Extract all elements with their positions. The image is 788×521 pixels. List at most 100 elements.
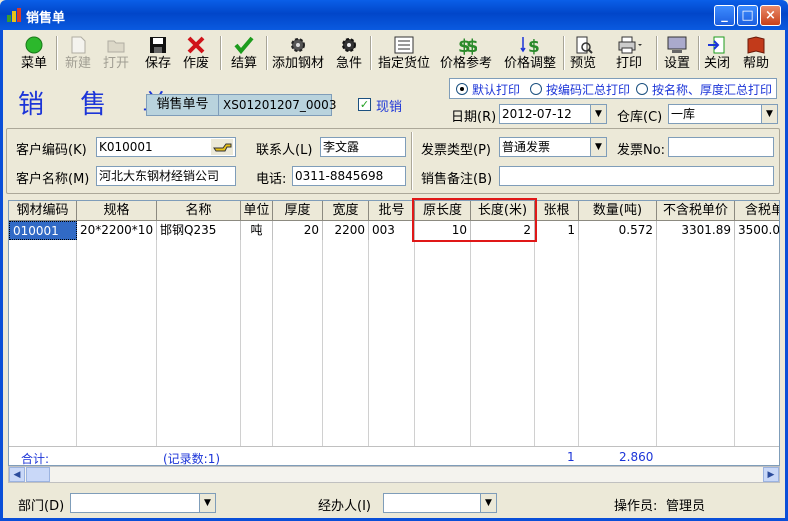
department-select[interactable]: ▼ — [70, 493, 216, 513]
price-reference-button[interactable]: $ $ 价格参考 — [436, 32, 496, 74]
scroll-thumb[interactable] — [26, 467, 50, 482]
grid-column-line — [77, 240, 157, 446]
warehouse-select[interactable]: 一库 ▼ — [668, 104, 778, 124]
green-check-icon — [234, 36, 254, 55]
scroll-right-icon[interactable]: ▶ — [763, 467, 779, 482]
scroll-left-icon[interactable]: ◀ — [9, 467, 25, 482]
cell-batch[interactable]: 003 — [369, 221, 415, 240]
cell-name[interactable]: 邯钢Q235 — [157, 221, 241, 240]
close-window-button[interactable]: × — [760, 5, 781, 26]
grid-column-line — [415, 240, 471, 446]
lookup-hand-icon[interactable] — [211, 139, 233, 155]
warehouse-label: 仓库(C) — [617, 110, 663, 125]
col-header-batch[interactable]: 批号 — [369, 201, 415, 221]
print-by-code-label: 按编码汇总打印 — [546, 83, 631, 97]
print-by-code-radio[interactable] — [530, 83, 542, 95]
items-grid: 钢材编码 规格 名称 单位 厚度 宽度 批号 原长度 长度(米) 张根 数量(吨… — [8, 200, 780, 466]
grid-column-line — [369, 240, 415, 446]
remark-field[interactable] — [499, 166, 774, 186]
operator-label: 操作员: — [614, 499, 658, 514]
list-location-icon — [394, 36, 414, 54]
add-steel-button[interactable]: 添加钢材 — [268, 32, 328, 74]
col-header-thickness[interactable]: 厚度 — [273, 201, 323, 221]
grid-column-line — [471, 240, 535, 446]
cash-sale-checkbox[interactable]: ✓ — [358, 98, 371, 111]
col-header-spec[interactable]: 规格 — [77, 201, 157, 221]
record-count: (记录数:1) — [163, 452, 221, 466]
customer-name-field[interactable]: 河北大东钢材经销公司 — [96, 166, 236, 186]
date-field[interactable]: 2012-07-12 ▼ — [499, 104, 607, 124]
chevron-down-icon[interactable]: ▼ — [590, 138, 606, 156]
toolbar-separator — [220, 36, 222, 70]
order-no-label: 销售单号 — [146, 94, 219, 116]
cell-sheets[interactable]: 1 — [535, 221, 579, 240]
invoice-no-field[interactable] — [668, 137, 774, 157]
settle-button[interactable]: 结算 — [226, 32, 262, 74]
cell-code[interactable]: 010001 — [9, 221, 77, 240]
preview-button[interactable]: 预览 — [566, 32, 600, 74]
phone-field[interactable]: 0311-8845698 — [292, 166, 406, 186]
summary-label: 合计: — [21, 452, 50, 466]
grid-column-line — [535, 240, 579, 446]
cell-price-incl-tax[interactable]: 3500.00 — [735, 221, 779, 240]
minimize-button[interactable]: _ — [714, 5, 735, 26]
chevron-down-icon[interactable]: ▼ — [480, 494, 496, 512]
handler-select[interactable]: ▼ — [383, 493, 497, 513]
sum-quantity: 2.860 — [619, 450, 654, 464]
cell-quantity[interactable]: 0.572 — [579, 221, 657, 240]
save-button[interactable]: 保存 — [140, 32, 176, 74]
print-by-name-label: 按名称、厚度汇总打印 — [652, 83, 773, 97]
chevron-down-icon[interactable]: ▼ — [761, 105, 777, 123]
remark-label: 销售备注(B) — [421, 172, 493, 187]
svg-text:$: $ — [466, 36, 477, 55]
grid-column-line — [323, 240, 369, 446]
cell-thickness[interactable]: 20 — [273, 221, 323, 240]
panel-divider — [411, 132, 413, 190]
grid-column-line — [9, 240, 77, 446]
col-header-width[interactable]: 宽度 — [323, 201, 369, 221]
summary-row: 合计: (记录数:1) 1 2.860 — [9, 446, 779, 466]
settings-button[interactable]: 设置 — [660, 32, 694, 74]
col-header-unit[interactable]: 单位 — [241, 201, 273, 221]
exit-button[interactable]: 关闭 — [700, 32, 734, 74]
print-options-group: 默认打印 按编码汇总打印 按名称、厚度汇总打印 — [449, 78, 777, 99]
preview-icon — [576, 36, 593, 54]
col-header-price-excl-tax[interactable]: 不含税单价 — [657, 201, 735, 221]
toolbar-separator — [56, 36, 58, 70]
chevron-down-icon[interactable]: ▼ — [199, 494, 215, 512]
horizontal-scrollbar[interactable]: ◀ ▶ — [8, 466, 780, 483]
contact-field[interactable]: 李文露 — [320, 137, 406, 157]
gear-add-icon — [291, 38, 305, 52]
operator-value: 管理员 — [666, 499, 706, 514]
open-button[interactable]: 打开 — [98, 32, 134, 74]
title-bar: 销售单 _ □ × — [0, 0, 788, 30]
col-header-price-incl-tax[interactable]: 含税单 — [735, 201, 779, 221]
cell-unit[interactable]: 吨 — [241, 221, 273, 240]
floppy-save-icon — [150, 37, 166, 53]
void-button[interactable]: 作废 — [178, 32, 214, 74]
cell-width[interactable]: 2200 — [323, 221, 369, 240]
toolbar-separator — [370, 36, 372, 70]
contact-label: 联系人(L) — [256, 143, 313, 158]
col-header-quantity[interactable]: 数量(吨) — [579, 201, 657, 221]
grid-column-line — [241, 240, 273, 446]
print-button[interactable]: 打印 — [604, 32, 654, 74]
cell-price-excl-tax[interactable]: 3301.89 — [657, 221, 735, 240]
urgent-button[interactable]: 急件 — [332, 32, 366, 74]
col-header-sheets[interactable]: 张根 — [535, 201, 579, 221]
invoice-type-select[interactable]: 普通发票 ▼ — [499, 137, 607, 157]
print-default-radio[interactable] — [456, 83, 468, 95]
col-header-code[interactable]: 钢材编码 — [9, 201, 77, 221]
maximize-button[interactable]: □ — [737, 5, 758, 26]
chevron-down-icon[interactable]: ▼ — [590, 105, 606, 123]
assign-location-button[interactable]: 指定货位 — [374, 32, 434, 74]
new-button[interactable]: 新建 — [60, 32, 96, 74]
help-button[interactable]: 帮助 — [738, 32, 774, 74]
price-adjust-button[interactable]: $ 价格调整 — [500, 32, 560, 74]
cell-spec[interactable]: 20*2200*10 — [77, 221, 157, 240]
menu-button[interactable]: 菜单 — [16, 32, 52, 74]
col-header-name[interactable]: 名称 — [157, 201, 241, 221]
department-label: 部门(D) — [18, 499, 65, 514]
print-by-name-radio[interactable] — [636, 83, 648, 95]
invoice-type-label: 发票类型(P) — [421, 143, 491, 158]
